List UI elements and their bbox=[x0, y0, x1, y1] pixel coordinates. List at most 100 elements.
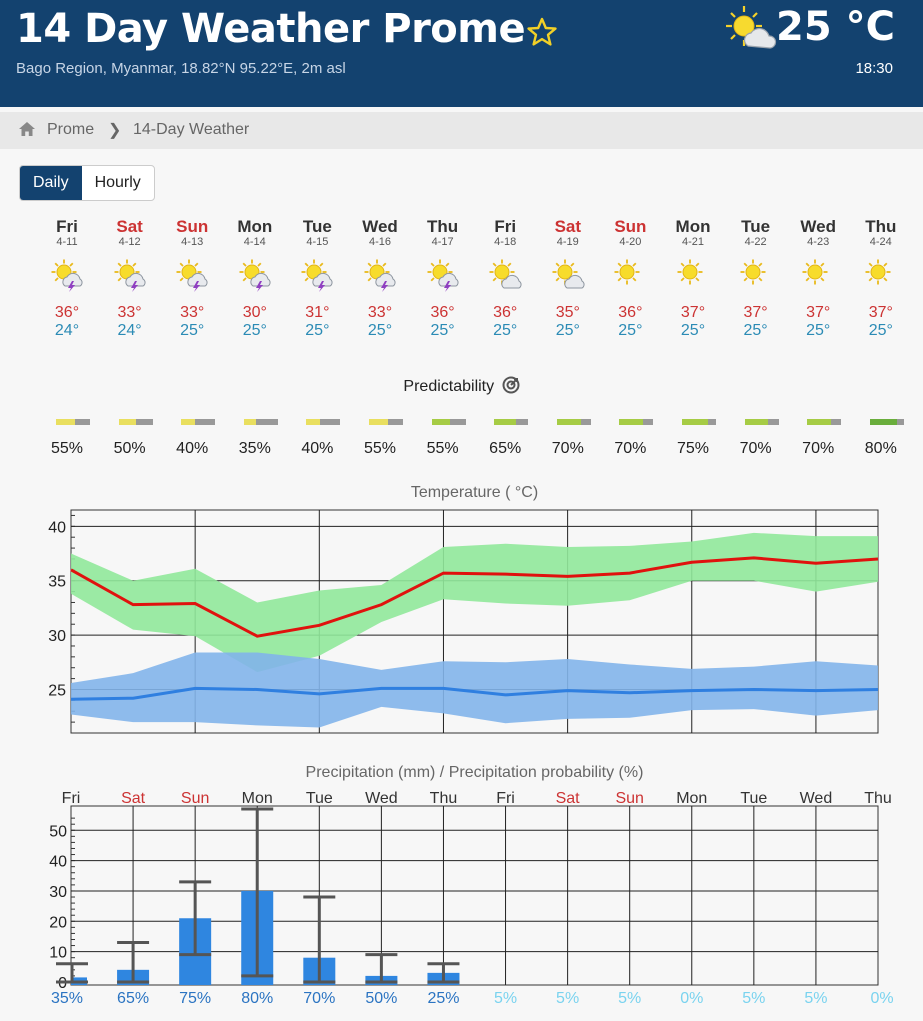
day-column[interactable]: Mon 4-21 37° 25° bbox=[668, 218, 718, 340]
day-date: 4-17 bbox=[431, 236, 454, 248]
predictability-percent: 70% bbox=[802, 440, 835, 457]
min-temperature: 25° bbox=[680, 322, 706, 339]
max-temperature: 33° bbox=[117, 304, 142, 321]
precipitation-probability-label: 0% bbox=[680, 990, 703, 1007]
y-tick-label: 30 bbox=[49, 884, 67, 901]
sun-thunderstorm-icon bbox=[176, 259, 208, 292]
x-day-label: Tue bbox=[740, 790, 767, 807]
page-header: 14 Day Weather Prome Bago Region, Myanma… bbox=[0, 0, 923, 107]
predictability-bar bbox=[494, 419, 529, 425]
home-icon[interactable] bbox=[18, 121, 36, 137]
predictability-bar-fill bbox=[494, 419, 517, 425]
x-day-label: Sat bbox=[556, 790, 581, 807]
max-temperature: 37° bbox=[868, 304, 893, 321]
min-temperature: 25° bbox=[180, 322, 205, 339]
day-column[interactable]: Thu 4-17 36° 25° bbox=[418, 218, 468, 340]
sun-cloud-icon bbox=[552, 259, 585, 289]
sun-thunderstorm-icon bbox=[114, 259, 146, 292]
day-date: 4-11 bbox=[56, 236, 78, 248]
predictability-bar bbox=[181, 419, 216, 425]
day-column[interactable]: Thu 4-24 37° 25° bbox=[856, 218, 906, 340]
day-column[interactable]: Wed 4-16 33° 25° bbox=[355, 218, 405, 340]
sun-thunderstorm-icon bbox=[427, 259, 459, 292]
max-temperature: 36° bbox=[618, 304, 643, 321]
sun-thunderstorm-icon bbox=[301, 259, 333, 292]
predictability-target-icon[interactable] bbox=[502, 376, 520, 394]
day-name: Mon bbox=[237, 217, 273, 236]
max-temperature: 30° bbox=[242, 304, 267, 321]
sun-icon bbox=[740, 259, 766, 285]
x-day-label: Sun bbox=[181, 790, 209, 807]
day-column[interactable]: Wed 4-23 37° 25° bbox=[793, 218, 843, 340]
predictability-bar-fill bbox=[869, 419, 897, 425]
y-tick-label: 40 bbox=[48, 519, 66, 536]
day-column[interactable]: Sun 4-13 33° 25° bbox=[167, 218, 217, 340]
sun-icon bbox=[677, 259, 703, 285]
predictability-percent: 70% bbox=[551, 440, 584, 457]
day-date: 4-21 bbox=[681, 236, 705, 248]
x-day-label: Fri bbox=[496, 790, 515, 807]
min-temperature: 25° bbox=[367, 322, 393, 339]
x-day-label: Sat bbox=[121, 790, 146, 807]
day-name: Wed bbox=[800, 217, 836, 236]
predictability-bar-fill bbox=[744, 419, 769, 425]
day-date: 4-14 bbox=[243, 236, 266, 248]
x-day-label: Mon bbox=[676, 790, 707, 807]
day-column[interactable]: Mon 4-14 30° 25° bbox=[230, 218, 280, 340]
y-tick-label: 10 bbox=[49, 945, 67, 962]
sun-thunderstorm-icon bbox=[364, 259, 396, 292]
precipitation-chart-title: Precipitation (mm) / Precipitation proba… bbox=[305, 764, 644, 781]
min-temperature: 25° bbox=[305, 322, 330, 339]
x-day-label: Mon bbox=[242, 790, 273, 807]
max-temperature: 33° bbox=[180, 304, 205, 321]
max-temperature: 33° bbox=[367, 304, 393, 321]
predictability-percent: 55% bbox=[426, 440, 459, 457]
page-title: 14 Day Weather Prome bbox=[16, 6, 526, 52]
predictability-bar bbox=[369, 419, 403, 425]
sun-icon bbox=[614, 259, 640, 285]
day-column[interactable]: Tue 4-22 37° 25° bbox=[731, 218, 781, 340]
sun-cloud-icon bbox=[726, 6, 777, 49]
tab-daily[interactable]: Daily bbox=[20, 166, 82, 200]
sun-cloud-icon bbox=[489, 259, 522, 289]
precipitation-chart: Fri Sat Sun Mon Tue Wed Thu Fri Sat Sun Mon Tue Wed T… bbox=[49, 790, 893, 1007]
day-column[interactable]: Tue 4-15 31° 25° bbox=[292, 218, 342, 340]
day-name: Wed bbox=[362, 217, 398, 236]
precipitation-probability-label: 25% bbox=[427, 990, 459, 1007]
y-tick-label: 35 bbox=[48, 574, 66, 591]
x-day-label: Thu bbox=[430, 790, 458, 807]
predictability-bar bbox=[682, 419, 716, 425]
day-column[interactable]: Sat 4-12 33° 24° bbox=[105, 218, 155, 340]
precipitation-probability-label: 35% bbox=[51, 990, 83, 1007]
star-outline-icon[interactable] bbox=[526, 16, 558, 48]
sun-thunderstorm-icon bbox=[239, 259, 271, 292]
breadcrumb-link-prome[interactable]: Prome bbox=[47, 121, 94, 139]
min-temperature: 24° bbox=[117, 322, 142, 339]
x-day-label: Wed bbox=[800, 790, 833, 807]
predictability-bar-fill bbox=[431, 419, 451, 425]
day-column[interactable]: Sun 4-20 36° 25° bbox=[605, 218, 655, 340]
predictability-bar bbox=[744, 419, 779, 425]
day-column[interactable]: Fri 4-11 36° 24° bbox=[42, 218, 92, 340]
predictability-bar-fill bbox=[306, 419, 320, 425]
predictability-percent: 65% bbox=[489, 440, 522, 457]
predictability-bar bbox=[56, 419, 90, 425]
x-day-label: Wed bbox=[365, 790, 398, 807]
precipitation-probability-label: 5% bbox=[804, 990, 827, 1007]
day-name: Sat bbox=[554, 217, 582, 236]
day-date: 4-12 bbox=[118, 236, 141, 248]
predictability-title: Predictability bbox=[0, 376, 923, 396]
predictability-bar-fill bbox=[619, 419, 644, 425]
day-date: 4-15 bbox=[306, 236, 329, 248]
day-column[interactable]: Sat 4-19 35° 25° bbox=[543, 218, 593, 340]
day-column[interactable]: Fri 4-18 36° 25° bbox=[480, 218, 530, 340]
tab-hourly[interactable]: Hourly bbox=[82, 166, 154, 200]
day-name: Thu bbox=[865, 217, 897, 236]
precipitation-probability-label: 65% bbox=[117, 990, 149, 1007]
day-name: Thu bbox=[427, 217, 459, 236]
sun-icon bbox=[802, 259, 828, 285]
predictability-bar-fill bbox=[243, 419, 256, 425]
day-date: 4-23 bbox=[807, 236, 830, 248]
predictability-percent: 40% bbox=[301, 440, 334, 457]
predictability-percent: 40% bbox=[176, 440, 209, 457]
